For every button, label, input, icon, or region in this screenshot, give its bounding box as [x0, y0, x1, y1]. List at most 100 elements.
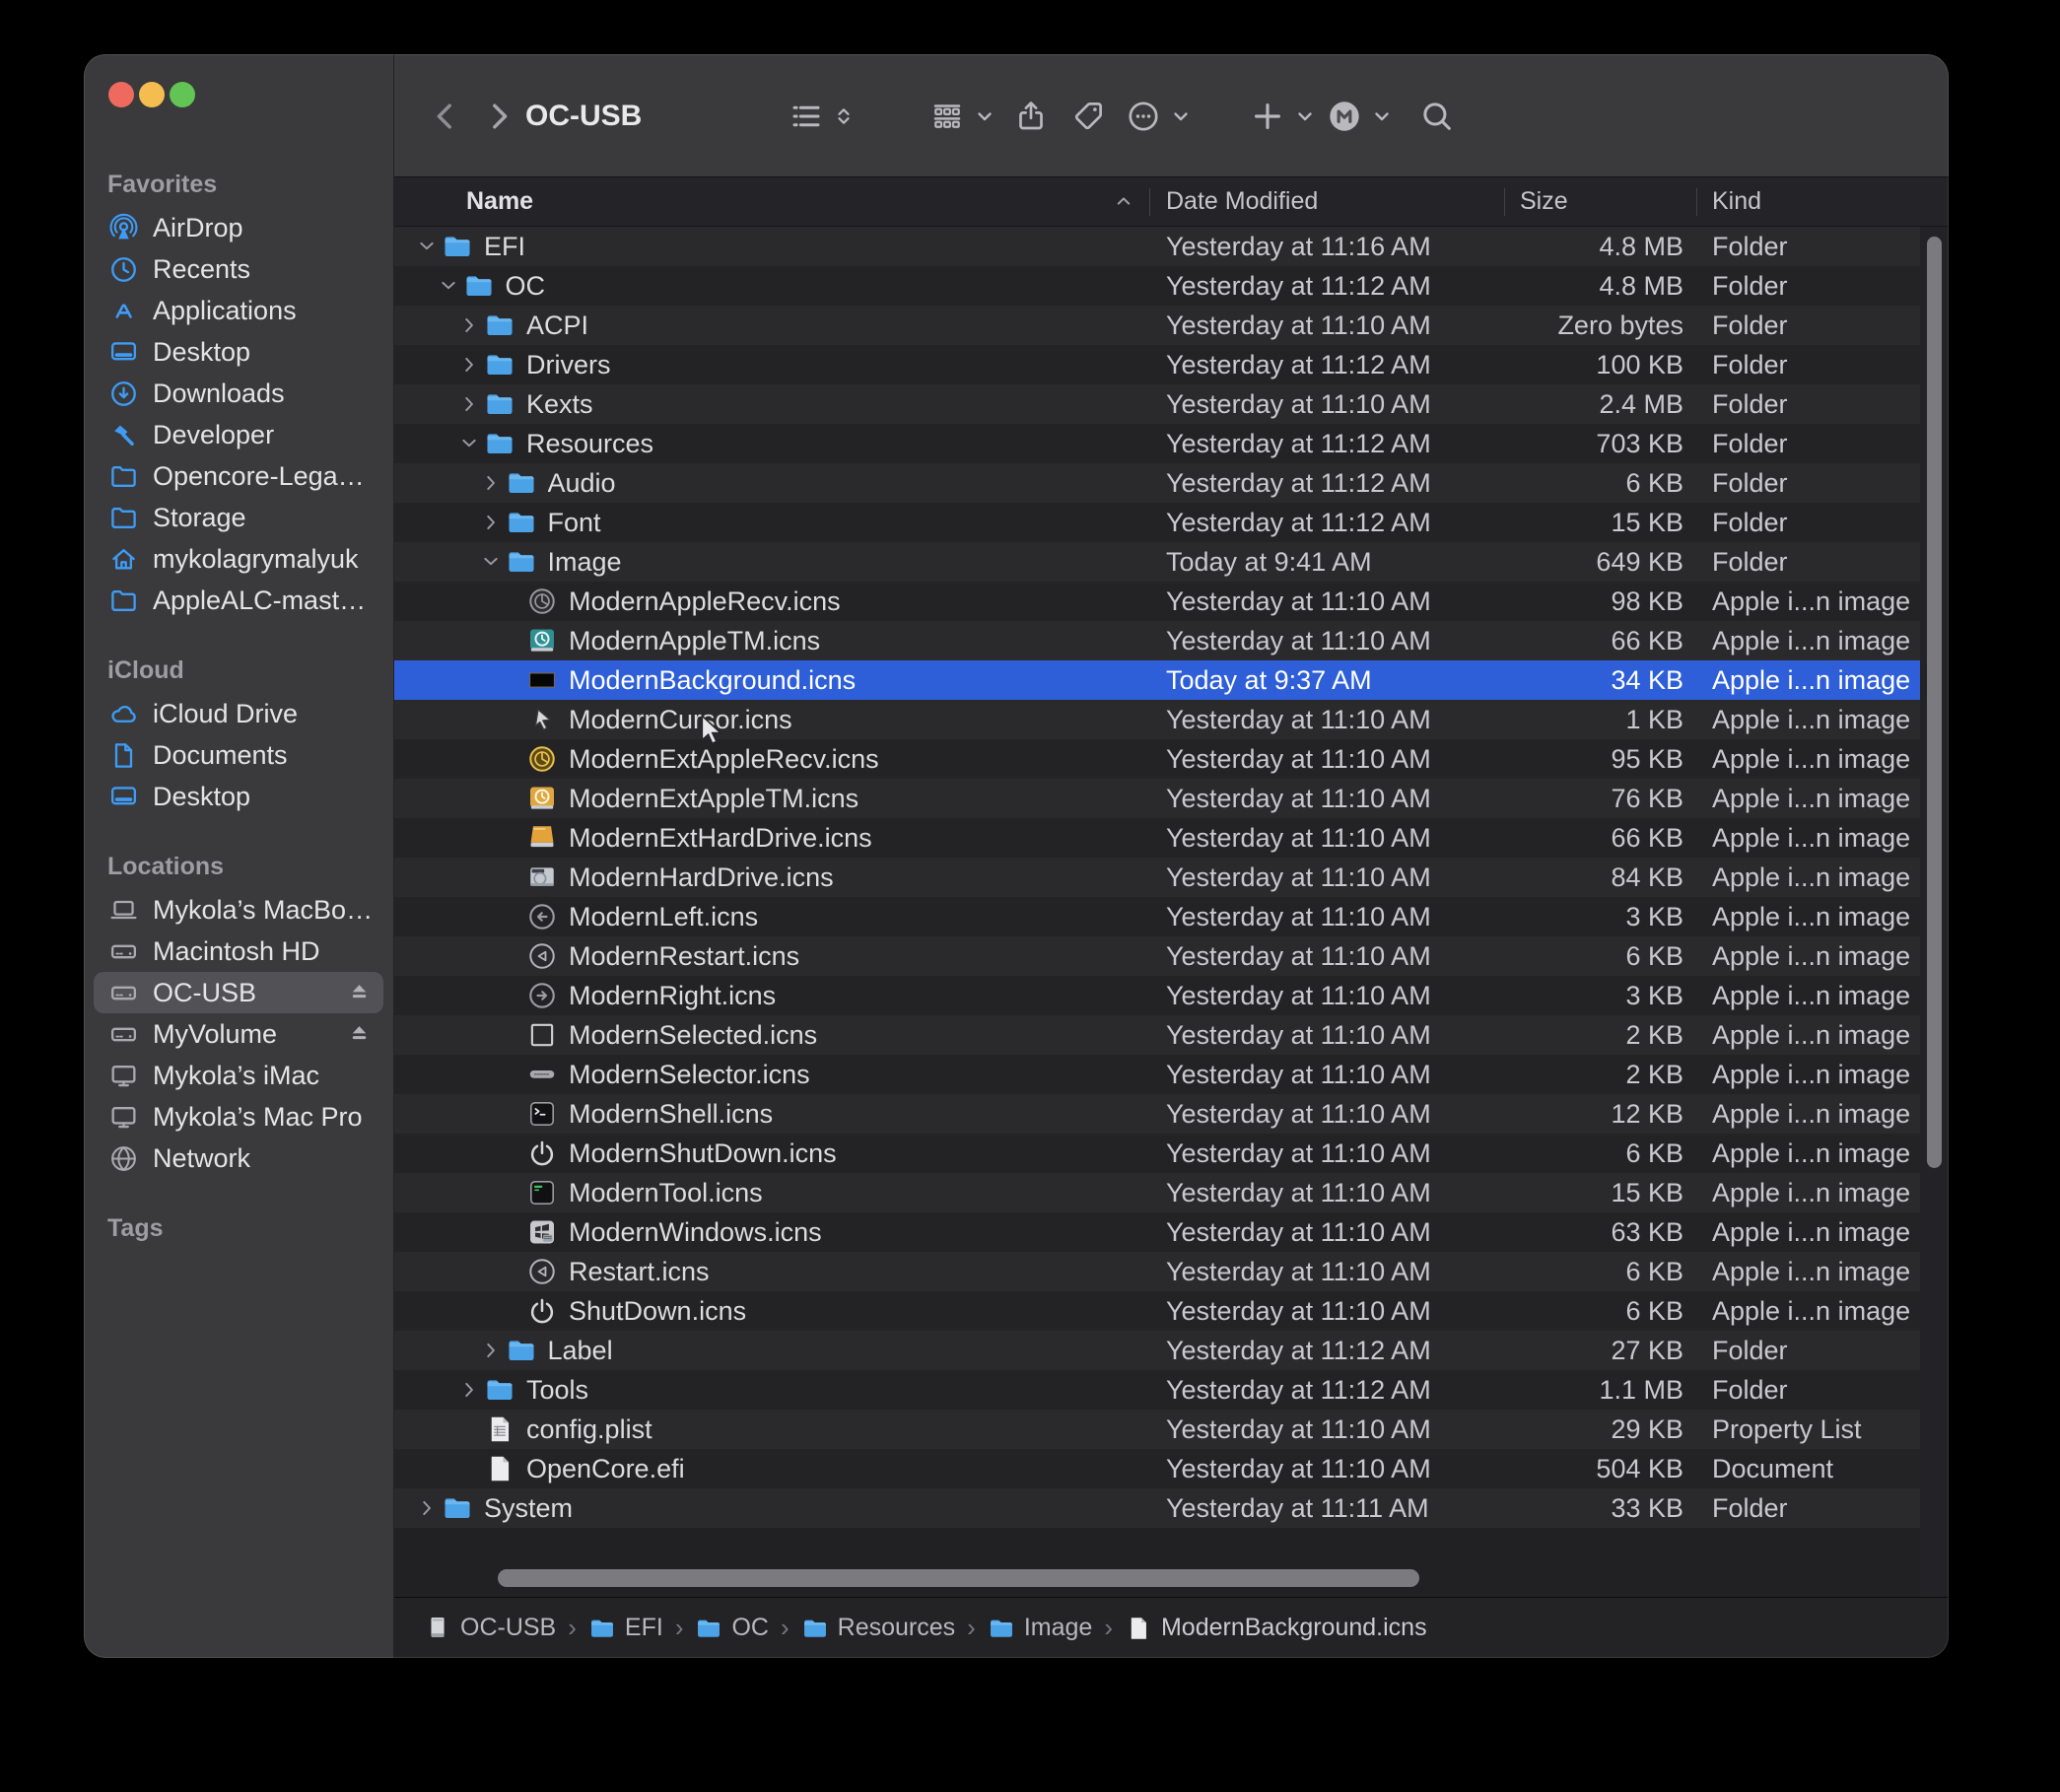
table-row-image[interactable]: ImageToday at 9:41 AM649 KBFolder: [394, 542, 1920, 582]
disclosure-closed-icon[interactable]: [456, 354, 482, 376]
sidebar-item-desktop[interactable]: Desktop: [94, 331, 383, 373]
path-item-oc[interactable]: OC: [695, 1614, 769, 1642]
group-by-button[interactable]: [929, 54, 996, 177]
table-row-font[interactable]: FontYesterday at 11:12 AM15 KBFolder: [394, 503, 1920, 542]
size-cell: 98 KB: [1504, 586, 1696, 617]
sidebar-item-downloads[interactable]: Downloads: [94, 373, 383, 414]
sidebar-item-mykolagrymalyuk[interactable]: mykolagrymalyuk: [94, 538, 383, 580]
disclosure-closed-icon[interactable]: [456, 393, 482, 415]
search-button[interactable]: [1419, 54, 1455, 177]
close-window-button[interactable]: [108, 82, 134, 107]
path-item-oc-usb[interactable]: OC-USB: [424, 1614, 556, 1642]
table-row-modernshell-icns[interactable]: ModernShell.icnsYesterday at 11:10 AM12 …: [394, 1094, 1920, 1134]
column-header-kind[interactable]: Kind: [1696, 177, 1920, 226]
sidebar-item-recents[interactable]: Recents: [94, 248, 383, 290]
sidebar-item-airdrop[interactable]: AirDrop: [94, 207, 383, 248]
path-item-resources[interactable]: Resources: [801, 1614, 956, 1642]
sidebar-item-applealc-master-2[interactable]: AppleALC-master-2: [94, 580, 383, 621]
sidebar-item-opencore-legacy-pat[interactable]: Opencore-Legacy-Pat...: [94, 455, 383, 497]
table-row-modernright-icns[interactable]: ModernRight.icnsYesterday at 11:10 AM3 K…: [394, 976, 1920, 1015]
sidebar-item-desktop[interactable]: Desktop: [94, 776, 383, 817]
folder-outline-icon: [106, 584, 140, 617]
forward-button[interactable]: [481, 54, 516, 177]
disclosure-closed-icon[interactable]: [456, 1379, 482, 1401]
new-item-button[interactable]: [1250, 54, 1317, 177]
path-item-modernbackground-icns[interactable]: ModernBackground.icns: [1125, 1614, 1427, 1642]
account-button[interactable]: [1327, 54, 1394, 177]
table-row-modernextharddrive-icns[interactable]: ModernExtHardDrive.icnsYesterday at 11:1…: [394, 818, 1920, 858]
table-row-moderntool-icns[interactable]: ModernTool.icnsYesterday at 11:10 AM15 K…: [394, 1173, 1920, 1212]
disclosure-open-icon[interactable]: [478, 551, 504, 573]
table-row-modernharddrive-icns[interactable]: ModernHardDrive.icnsYesterday at 11:10 A…: [394, 858, 1920, 897]
date-modified-cell: Yesterday at 11:10 AM: [1149, 1414, 1504, 1445]
disclosure-open-icon[interactable]: [456, 433, 482, 454]
sidebar-item-mykola-s-mac-pro[interactable]: Mykola’s Mac Pro: [94, 1096, 383, 1137]
vertical-scrollbar[interactable]: [1927, 237, 1942, 1168]
path-item-image[interactable]: Image: [988, 1614, 1092, 1642]
table-row-modernextapplerecv-icns[interactable]: ModernExtAppleRecv.icnsYesterday at 11:1…: [394, 739, 1920, 779]
disclosure-closed-icon[interactable]: [414, 1497, 440, 1519]
back-button[interactable]: [428, 54, 463, 177]
sidebar-item-icloud-drive[interactable]: iCloud Drive: [94, 693, 383, 734]
sidebar-item-mykola-s-imac[interactable]: Mykola’s iMac: [94, 1055, 383, 1096]
share-button[interactable]: [1013, 54, 1049, 177]
sidebar-item-developer[interactable]: Developer: [94, 414, 383, 455]
table-row-modernshutdown-icns[interactable]: ModernShutDown.icnsYesterday at 11:10 AM…: [394, 1134, 1920, 1173]
column-header-size[interactable]: Size: [1504, 177, 1696, 226]
path-item-efi[interactable]: EFI: [588, 1614, 663, 1642]
sidebar-item-oc-usb[interactable]: OC-USB: [94, 972, 383, 1013]
table-row-modernextappletm-icns[interactable]: ModernExtAppleTM.icnsYesterday at 11:10 …: [394, 779, 1920, 818]
minimize-window-button[interactable]: [139, 82, 165, 107]
table-row-config-plist[interactable]: config.plistYesterday at 11:10 AM29 KBPr…: [394, 1410, 1920, 1449]
column-header-name[interactable]: Name: [394, 177, 1149, 226]
table-row-resources[interactable]: ResourcesYesterday at 11:12 AM703 KBFold…: [394, 424, 1920, 463]
table-row-shutdown-icns[interactable]: ShutDown.icnsYesterday at 11:10 AM6 KBAp…: [394, 1291, 1920, 1331]
horizontal-scrollbar[interactable]: [498, 1569, 1419, 1587]
table-row-modernwindows-icns[interactable]: ModernWindows.icnsYesterday at 11:10 AM6…: [394, 1212, 1920, 1252]
disclosure-closed-icon[interactable]: [478, 1340, 504, 1361]
table-row-modernapplerecv-icns[interactable]: ModernAppleRecv.icnsYesterday at 11:10 A…: [394, 582, 1920, 621]
folder-icon: [506, 467, 537, 499]
table-row-modernrestart-icns[interactable]: ModernRestart.icnsYesterday at 11:10 AM6…: [394, 936, 1920, 976]
column-header-date-modified[interactable]: Date Modified: [1149, 177, 1504, 226]
zoom-window-button[interactable]: [170, 82, 195, 107]
sidebar-item-macintosh-hd[interactable]: Macintosh HD: [94, 930, 383, 972]
table-row-kexts[interactable]: KextsYesterday at 11:10 AM2.4 MBFolder: [394, 384, 1920, 424]
table-row-modernleft-icns[interactable]: ModernLeft.icnsYesterday at 11:10 AM3 KB…: [394, 897, 1920, 936]
sidebar-item-myvolume[interactable]: MyVolume: [94, 1013, 383, 1055]
date-modified-cell: Yesterday at 11:12 AM: [1149, 468, 1504, 499]
sidebar-item-storage[interactable]: Storage: [94, 497, 383, 538]
table-row-modernselector-icns[interactable]: ModernSelector.icnsYesterday at 11:10 AM…: [394, 1055, 1920, 1094]
disclosure-open-icon[interactable]: [436, 275, 461, 297]
tags-button[interactable]: [1070, 54, 1106, 177]
kind-cell: Apple i...n image: [1696, 784, 1920, 814]
table-row-modernappletm-icns[interactable]: ModernAppleTM.icnsYesterday at 11:10 AM6…: [394, 621, 1920, 660]
sidebar-item-mykola-s-macbook-pro[interactable]: Mykola’s MacBook Pro: [94, 889, 383, 930]
sidebar-item-documents[interactable]: Documents: [94, 734, 383, 776]
sidebar-item-applications[interactable]: Applications: [94, 290, 383, 331]
table-row-modernbackground-icns[interactable]: ModernBackground.icnsToday at 9:37 AM34 …: [394, 660, 1920, 700]
table-row-tools[interactable]: ToolsYesterday at 11:12 AM1.1 MBFolder: [394, 1370, 1920, 1410]
table-row-oc[interactable]: OCYesterday at 11:12 AM4.8 MBFolder: [394, 266, 1920, 306]
table-row-system[interactable]: SystemYesterday at 11:11 AM33 KBFolder: [394, 1488, 1920, 1528]
main-pane: OC-USB NameDate ModifiedSizeKind EFIYest…: [394, 54, 1949, 1658]
sidebar-item-label: Documents: [153, 740, 376, 771]
table-row-label[interactable]: LabelYesterday at 11:12 AM27 KBFolder: [394, 1331, 1920, 1370]
table-row-modernselected-icns[interactable]: ModernSelected.icnsYesterday at 11:10 AM…: [394, 1015, 1920, 1055]
disclosure-closed-icon[interactable]: [456, 314, 482, 336]
table-row-audio[interactable]: AudioYesterday at 11:12 AM6 KBFolder: [394, 463, 1920, 503]
table-row-moderncursor-icns[interactable]: ModernCursor.icnsYesterday at 11:10 AM1 …: [394, 700, 1920, 739]
table-row-drivers[interactable]: DriversYesterday at 11:12 AM100 KBFolder: [394, 345, 1920, 384]
sidebar-item-network[interactable]: Network: [94, 1137, 383, 1179]
path-item-label: OC-USB: [460, 1614, 556, 1642]
disclosure-open-icon[interactable]: [414, 236, 440, 257]
more-actions-button[interactable]: [1126, 54, 1193, 177]
table-row-opencore-efi[interactable]: OpenCore.efiYesterday at 11:10 AM504 KBD…: [394, 1449, 1920, 1488]
table-row-efi[interactable]: EFIYesterday at 11:16 AM4.8 MBFolder: [394, 227, 1920, 266]
file-name: ModernBackground.icns: [569, 665, 856, 696]
table-row-restart-icns[interactable]: Restart.icnsYesterday at 11:10 AM6 KBApp…: [394, 1252, 1920, 1291]
disclosure-closed-icon[interactable]: [478, 512, 504, 533]
disclosure-closed-icon[interactable]: [478, 472, 504, 494]
table-row-acpi[interactable]: ACPIYesterday at 11:10 AMZero bytesFolde…: [394, 306, 1920, 345]
view-mode-button[interactable]: [789, 54, 856, 177]
